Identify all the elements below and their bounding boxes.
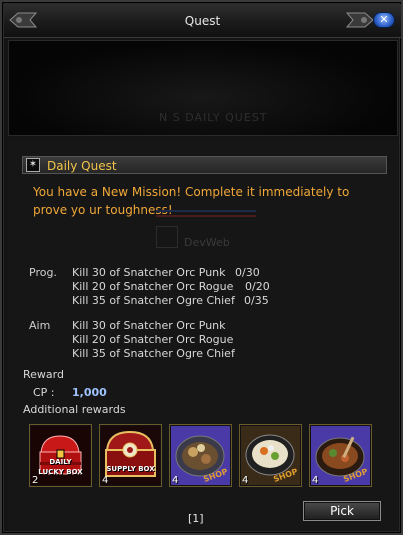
progress-task: Kill 20 of Snatcher Orc Rogue: [72, 280, 234, 293]
close-icon: ✕: [379, 13, 389, 26]
item-count: 4: [242, 475, 249, 486]
progress-task: Kill 35 of Snatcher Ogre Chief: [72, 294, 235, 307]
supply-box-icon: [101, 426, 160, 485]
progress-count: 0/35: [244, 294, 269, 307]
reward-item-supply-box[interactable]: SUPPLY BOX 4: [99, 424, 162, 487]
quest-banner: N S DAILY QUEST: [8, 40, 398, 136]
reward-item-stew-bowl[interactable]: SHOP 4: [309, 424, 372, 487]
item-art-text: SUPPLY BOX: [106, 465, 155, 473]
quest-header-title: Daily Quest: [47, 159, 117, 173]
banner-faint-text: N S DAILY QUEST: [159, 111, 268, 124]
page-indicator: [1]: [188, 512, 204, 525]
item-count: 4: [102, 475, 109, 486]
reward-item-soup-bowl[interactable]: SHOP 4: [239, 424, 302, 487]
item-count: 4: [172, 475, 179, 486]
quest-content: ✶ Daily Quest You have a New Mission! Co…: [8, 140, 398, 530]
pick-button[interactable]: Pick: [303, 501, 381, 521]
quest-header: ✶ Daily Quest: [22, 156, 387, 174]
watermark-text: DevWeb: [184, 236, 230, 249]
reward-item-lucky-box[interactable]: DAILY LUCKY BOX 2: [29, 424, 92, 487]
cp-label: CP :: [33, 386, 55, 399]
reward-label: Reward: [23, 368, 64, 381]
window-title: Quest: [184, 14, 221, 28]
aim-task: Kill 35 of Snatcher Ogre Chief: [72, 347, 235, 360]
progress-label: Prog.: [29, 266, 57, 279]
aim-task: Kill 20 of Snatcher Orc Rogue: [72, 333, 234, 346]
item-count: 2: [32, 475, 39, 486]
item-art-text: LUCKY BOX: [38, 468, 83, 476]
lucky-box-icon: [31, 426, 90, 485]
corner-ornament-icon: [345, 12, 374, 28]
quest-scroll-icon: ✶: [26, 158, 40, 172]
watermark-logo-icon: [156, 226, 178, 248]
item-art-text: DAILY: [49, 458, 72, 466]
cp-value: 1,000: [72, 386, 107, 399]
additional-rewards-label: Additional rewards: [23, 403, 126, 416]
progress-task: Kill 30 of Snatcher Orc Punk: [72, 266, 226, 279]
progress-count: 0/30: [235, 266, 260, 279]
progress-count: 0/20: [245, 280, 270, 293]
aim-task: Kill 30 of Snatcher Orc Punk: [72, 319, 226, 332]
watermark-lines: [156, 210, 256, 222]
close-button[interactable]: ✕: [373, 12, 395, 28]
aim-label: Aim: [29, 319, 51, 332]
reward-item-food-plate[interactable]: SHOP 4: [169, 424, 232, 487]
title-bar[interactable]: Quest ✕: [4, 4, 401, 38]
item-count: 4: [312, 475, 319, 486]
quest-window: Quest ✕ N S DAILY QUEST ✶ Daily Quest Yo…: [0, 0, 403, 535]
